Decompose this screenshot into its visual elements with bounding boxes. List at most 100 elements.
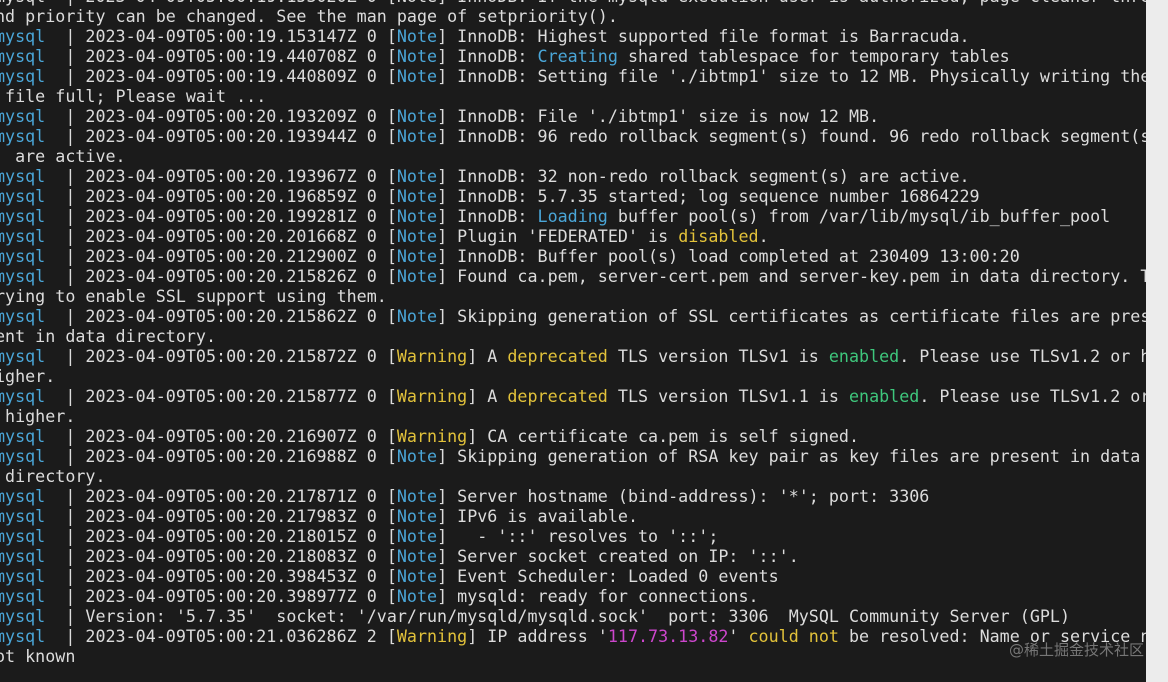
log-line: mysql | 2023-04-09T05:00:20.218083Z 0 [N…: [0, 546, 1146, 566]
log-segment: mysql: [0, 66, 46, 86]
log-segment: | 2023-04-09T05:00:20.199281Z 0 [: [45, 206, 397, 226]
log-segment: deprecated: [507, 386, 608, 406]
log-segment: | 2023-04-09T05:00:20.215872Z 0 [: [45, 346, 397, 366]
log-segment: | Version: '5.7.35' socket: '/var/run/my…: [45, 606, 1070, 626]
log-segment: | 2023-04-09T05:00:19.440809Z 0 [: [45, 66, 397, 86]
log-line: mysql | 2023-04-09T05:00:20.193944Z 0 [N…: [0, 126, 1146, 146]
log-line: mysql | 2023-04-09T05:00:19.440809Z 0 [N…: [0, 66, 1146, 86]
log-segment: disabled: [678, 226, 759, 246]
log-segment: | 2023-04-09T05:00:20.193209Z 0 [: [45, 106, 397, 126]
log-line: mysql | 2023-04-09T05:00:20.218015Z 0 [N…: [0, 526, 1146, 546]
log-segment: ] InnoDB: Buffer pool(s) load completed …: [437, 246, 1020, 266]
log-line: mysql | 2023-04-09T05:00:20.193967Z 0 [N…: [0, 166, 1146, 186]
log-output: mysql | 2023-04-09T05:00:19.153020Z 0 [N…: [0, 0, 1146, 666]
log-segment: ] Server socket created on IP: '::'.: [437, 546, 799, 566]
log-line: mysql | 2023-04-09T05:00:20.193209Z 0 [N…: [0, 106, 1146, 126]
log-segment: Note: [396, 486, 438, 506]
log-line: mysql | 2023-04-09T05:00:20.217871Z 0 [N…: [0, 486, 1146, 506]
log-segment: mysql: [0, 486, 46, 506]
log-segment: Note: [396, 206, 438, 226]
log-segment: Warning: [396, 426, 468, 446]
log-segment: mysql: [0, 266, 46, 286]
log-segment: ] A: [467, 346, 508, 366]
log-line: mysql | 2023-04-09T05:00:19.440708Z 0 [N…: [0, 46, 1146, 66]
log-segment: | 2023-04-09T05:00:20.193967Z 0 [: [45, 166, 397, 186]
log-segment: mysql: [0, 246, 46, 266]
log-line: igher.: [0, 366, 1146, 386]
log-segment: mysql: [0, 46, 46, 66]
log-line: mysql | 2023-04-09T05:00:20.216988Z 0 [N…: [0, 446, 1146, 466]
log-segment: 117.73.13.82: [607, 626, 729, 646]
log-segment: .: [758, 226, 769, 246]
log-line: mysql | 2023-04-09T05:00:20.215862Z 0 [N…: [0, 306, 1146, 326]
log-segment: TLS version TLSv1.1 is: [607, 386, 849, 406]
log-line: mysql | 2023-04-09T05:00:20.398977Z 0 [N…: [0, 586, 1146, 606]
log-line: mysql | 2023-04-09T05:00:20.196859Z 0 [N…: [0, 186, 1146, 206]
log-segment: igher.: [0, 366, 56, 386]
scrollbar[interactable]: [1146, 0, 1168, 682]
log-segment: mysql: [0, 206, 46, 226]
log-line: mysql | 2023-04-09T05:00:20.212900Z 0 [N…: [0, 246, 1146, 266]
log-line: directory.: [0, 466, 1146, 486]
log-segment: mysql: [0, 566, 46, 586]
log-segment: enabled: [828, 346, 900, 366]
log-segment: ] Found ca.pem, server-cert.pem and serv…: [437, 266, 1146, 286]
log-segment: Note: [396, 66, 438, 86]
log-segment: ] InnoDB: Setting file './ibtmp1' size t…: [437, 66, 1146, 86]
log-segment: Note: [396, 46, 438, 66]
log-segment: buffer pool(s) from /var/lib/mysql/ib_bu…: [607, 206, 1111, 226]
log-segment: ] - '::' resolves to '::';: [437, 526, 719, 546]
log-segment: Warning: [396, 626, 468, 646]
log-segment: Note: [396, 586, 438, 606]
log-segment: | 2023-04-09T05:00:20.212900Z 0 [: [45, 246, 397, 266]
log-segment: ] Plugin 'FEDERATED' is: [437, 226, 679, 246]
log-segment: rying to enable SSL support using them.: [0, 286, 387, 306]
log-segment: . Please use TLSv1.2 or: [919, 386, 1146, 406]
log-segment: mysql: [0, 226, 46, 246]
log-segment: Note: [396, 166, 438, 186]
log-segment: | 2023-04-09T05:00:20.217983Z 0 [: [45, 506, 397, 526]
log-segment: directory.: [0, 466, 106, 486]
log-segment: Note: [396, 126, 438, 146]
log-segment: file full; Please wait ...: [0, 86, 267, 106]
log-line: mysql | 2023-04-09T05:00:19.153147Z 0 [N…: [0, 26, 1146, 46]
log-segment: ] InnoDB:: [437, 206, 538, 226]
log-segment: Note: [396, 266, 438, 286]
log-line: mysql | 2023-04-09T05:00:20.215877Z 0 [W…: [0, 386, 1146, 406]
log-segment: | 2023-04-09T05:00:20.218015Z 0 [: [45, 526, 397, 546]
terminal-window[interactable]: mysql | 2023-04-09T05:00:19.153020Z 0 [N…: [0, 0, 1146, 682]
log-segment: could not: [748, 626, 839, 646]
log-segment: deprecated: [507, 346, 608, 366]
log-segment: | 2023-04-09T05:00:20.398453Z 0 [: [45, 566, 397, 586]
log-segment: mysql: [0, 546, 46, 566]
log-segment: ] Skipping generation of RSA key pair as…: [437, 446, 1141, 466]
log-segment: mysql: [0, 626, 46, 646]
log-line: ent in data directory.: [0, 326, 1146, 346]
log-segment: | 2023-04-09T05:00:20.215826Z 0 [: [45, 266, 397, 286]
log-line: are active.: [0, 146, 1146, 166]
log-line: mysql | 2023-04-09T05:00:20.216907Z 0 [W…: [0, 426, 1146, 446]
log-segment: Note: [396, 566, 438, 586]
log-segment: | 2023-04-09T05:00:20.215862Z 0 [: [45, 306, 397, 326]
log-segment: Note: [396, 106, 438, 126]
log-segment: ] InnoDB:: [437, 46, 538, 66]
log-line: mysql | 2023-04-09T05:00:21.036286Z 2 [W…: [0, 626, 1146, 646]
log-segment: Note: [396, 186, 438, 206]
log-segment: nd priority can be changed. See the man …: [0, 6, 618, 26]
log-segment: | 2023-04-09T05:00:19.440708Z 0 [: [45, 46, 397, 66]
log-segment: ] InnoDB: 5.7.35 started; log sequence n…: [437, 186, 980, 206]
log-segment: mysql: [0, 606, 46, 626]
log-segment: Warning: [396, 386, 468, 406]
log-segment: ] InnoDB: 32 non-redo rollback segment(s…: [437, 166, 970, 186]
log-segment: ': [728, 626, 749, 646]
log-segment: mysql: [0, 446, 46, 466]
log-segment: mysql: [0, 426, 46, 446]
log-segment: mysql: [0, 586, 46, 606]
log-segment: Note: [396, 506, 438, 526]
log-segment: . Please use TLSv1.2 or h: [899, 346, 1146, 366]
log-segment: | 2023-04-09T05:00:20.216988Z 0 [: [45, 446, 397, 466]
log-segment: enabled: [848, 386, 920, 406]
log-line: mysql | 2023-04-09T05:00:20.215872Z 0 [W…: [0, 346, 1146, 366]
log-segment: | 2023-04-09T05:00:20.201668Z 0 [: [45, 226, 397, 246]
log-segment: Loading: [537, 206, 608, 226]
